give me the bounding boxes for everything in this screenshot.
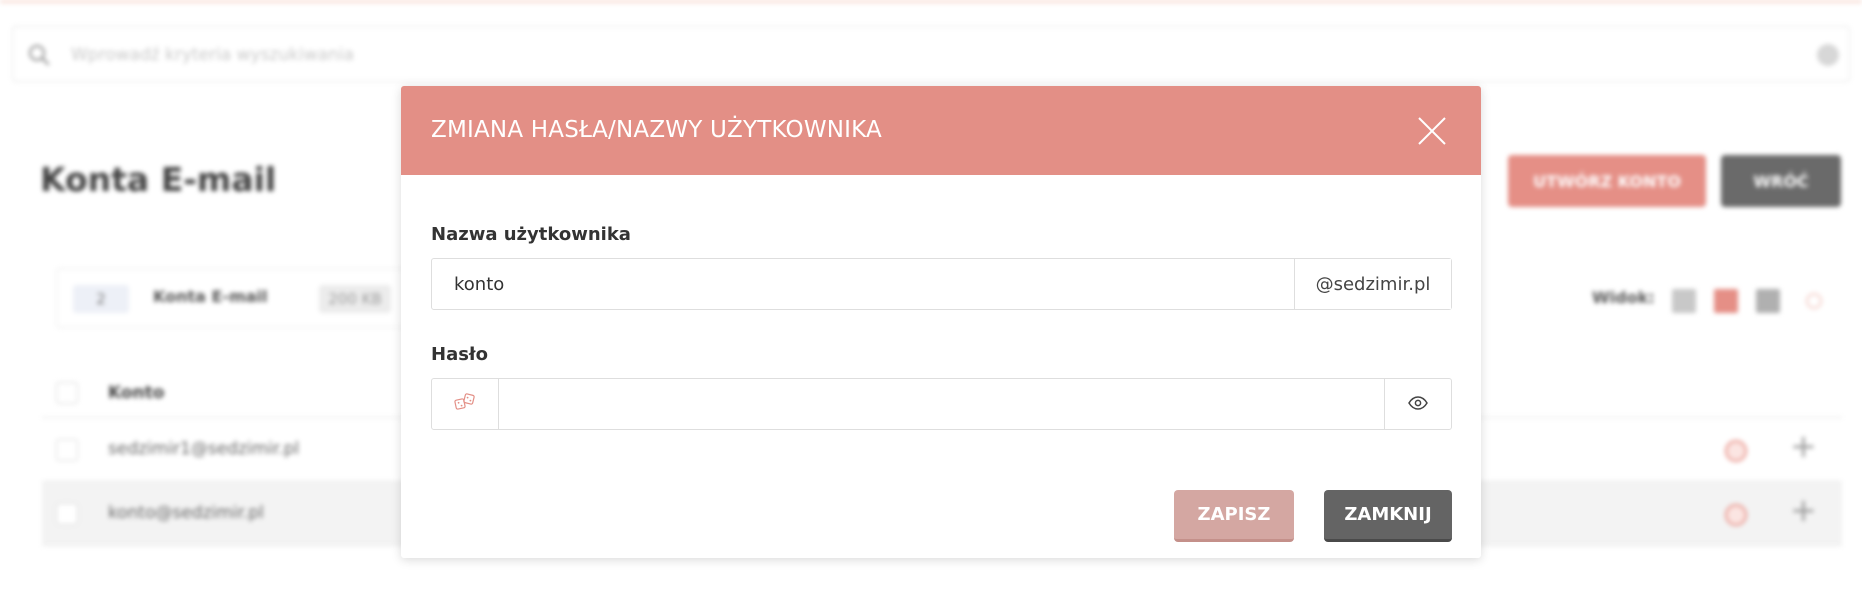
- back-button[interactable]: WRÓĆ: [1721, 155, 1841, 207]
- select-all-checkbox[interactable]: [56, 382, 78, 404]
- delete-icon[interactable]: [1725, 440, 1747, 462]
- plus-icon[interactable]: +: [1790, 494, 1817, 526]
- generate-password-button[interactable]: [432, 379, 499, 429]
- storage-size-badge: 200 KB: [319, 285, 391, 313]
- password-input[interactable]: [500, 379, 1384, 429]
- clear-search-icon[interactable]: [1817, 44, 1839, 66]
- change-credentials-modal: ZMIANA HASŁA/NAZWY UŻYTKOWNIKA Nazwa uży…: [401, 86, 1481, 558]
- row-checkbox[interactable]: [56, 439, 78, 461]
- password-label: Hasło: [431, 344, 488, 365]
- accounts-summary: 2 Konta E-mail 200 KB: [56, 268, 416, 328]
- view-compact-icon[interactable]: [1756, 289, 1780, 313]
- username-label: Nazwa użytkownika: [431, 224, 631, 245]
- account-email: konto@sedzimir.pl: [108, 503, 264, 523]
- plus-icon[interactable]: +: [1790, 430, 1817, 462]
- modal-header: ZMIANA HASŁA/NAZWY UŻYTKOWNIKA: [401, 86, 1481, 175]
- save-button[interactable]: ZAPISZ: [1174, 490, 1294, 542]
- close-button[interactable]: ZAMKNIJ: [1324, 490, 1452, 542]
- toggle-password-visibility-button[interactable]: [1384, 379, 1451, 429]
- search-bar[interactable]: Wprowadź kryteria wyszukiwania: [12, 26, 1850, 82]
- modal-title: ZMIANA HASŁA/NAZWY UŻYTKOWNIKA: [431, 117, 882, 143]
- accounts-count-badge: 2: [73, 285, 129, 313]
- username-input[interactable]: [432, 259, 1294, 309]
- search-placeholder: Wprowadź kryteria wyszukiwania: [71, 45, 354, 65]
- delete-icon[interactable]: [1725, 504, 1747, 526]
- page-title: Konta E-mail: [40, 160, 277, 199]
- search-icon: [27, 43, 51, 67]
- view-grid-icon[interactable]: [1672, 289, 1696, 313]
- view-label: Widok:: [1592, 288, 1655, 307]
- eye-icon: [1408, 395, 1428, 414]
- password-field-group: [431, 378, 1452, 430]
- accounts-summary-label: Konta E-mail: [153, 287, 268, 306]
- domain-suffix: @sedzimir.pl: [1294, 259, 1451, 309]
- top-accent-line: [0, 0, 1862, 3]
- view-settings-icon[interactable]: [1806, 293, 1822, 309]
- column-account: Konto: [108, 383, 165, 403]
- create-account-button[interactable]: UTWÓRZ KONTO: [1508, 155, 1706, 207]
- dice-icon: [454, 392, 476, 416]
- account-email: sedzimir1@sedzimir.pl: [108, 439, 300, 459]
- view-list-icon[interactable]: [1714, 289, 1738, 313]
- row-checkbox[interactable]: [56, 503, 78, 525]
- username-field-group: @sedzimir.pl: [431, 258, 1452, 310]
- close-icon[interactable]: [1415, 114, 1449, 148]
